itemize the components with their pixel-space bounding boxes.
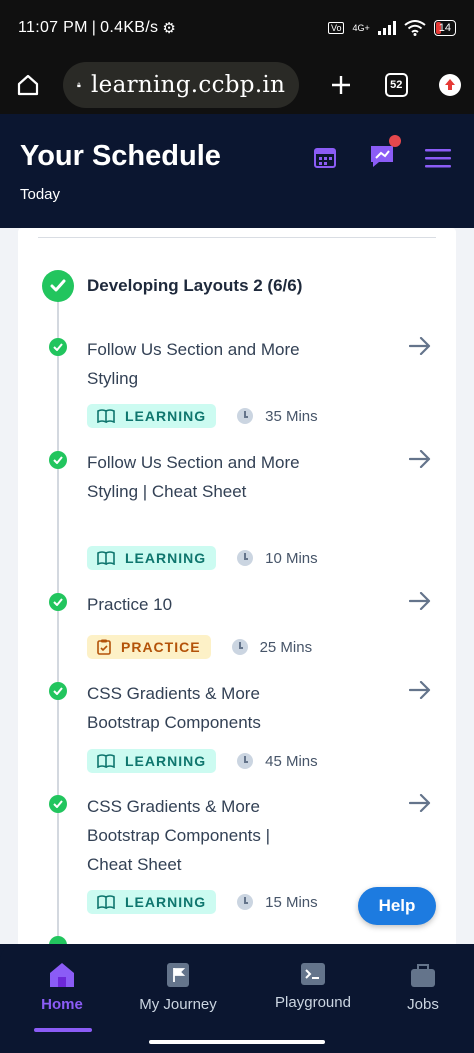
arrow-right-icon[interactable] (409, 794, 431, 812)
item-title: Practice 10 (87, 595, 173, 614)
nav-home[interactable]: Home (7, 962, 117, 1013)
item-title: Follow Us Section and More Styling | Che… (87, 453, 300, 501)
schedule-item[interactable]: CSS Gradients & More Bootstrap Component… (18, 679, 456, 779)
nav-home-label: Home (41, 996, 83, 1013)
arrow-right-icon[interactable] (409, 681, 431, 699)
arrow-right-icon[interactable] (409, 592, 431, 610)
schedule-item[interactable]: Follow Us Section and More Styling LEARN… (18, 335, 456, 435)
learning-badge: LEARNING (87, 890, 217, 914)
book-icon (97, 551, 115, 565)
item-meta: PRACTICE 25 Mins (87, 635, 312, 659)
volte-icon: Vo (327, 22, 345, 34)
clock-icon (237, 408, 254, 424)
active-nav-indicator (34, 1028, 92, 1032)
schedule-content[interactable]: Developing Layouts 2 (6/6) Follow Us Sec… (0, 228, 474, 944)
item-duration: 10 Mins (265, 549, 318, 567)
status-network-speed: 0.4KB/s (100, 19, 159, 36)
schedule-item[interactable]: Follow Us Section and More Styling | Che… (18, 448, 456, 578)
badge-label: LEARNING (125, 894, 207, 910)
status-bar: 11:07 PM | 0.4KB/s ⚙ Vo 4G+ 14 (0, 0, 474, 56)
signal-label: 4G+ (352, 23, 370, 33)
learning-badge: LEARNING (87, 404, 217, 428)
system-home-indicator[interactable] (149, 1040, 325, 1044)
status-left: 11:07 PM | 0.4KB/s ⚙ (18, 19, 176, 37)
clipboard-icon (97, 639, 111, 655)
item-complete-check-icon (49, 593, 67, 611)
book-icon (97, 895, 115, 909)
battery-icon: 14 (433, 20, 456, 36)
badge-label: LEARNING (125, 753, 207, 769)
new-tab-plus-icon[interactable] (327, 74, 354, 96)
home-icon (50, 963, 74, 987)
url-text: learning.ccbp.in (91, 72, 286, 98)
card-divider (38, 237, 436, 238)
item-meta: LEARNING 45 Mins (87, 749, 318, 773)
status-time: 11:07 PM (18, 19, 88, 36)
badge-label: LEARNING (125, 408, 207, 424)
practice-badge: PRACTICE (87, 635, 211, 659)
clock-icon (231, 639, 248, 655)
status-separator: | (91, 19, 97, 36)
book-icon (97, 409, 115, 423)
terminal-icon (301, 963, 325, 985)
section-title: Developing Layouts 2 (6/6) (87, 276, 303, 295)
schedule-card: Developing Layouts 2 (6/6) Follow Us Sec… (18, 228, 456, 944)
page-subtitle: Today (20, 186, 61, 203)
clock-icon (237, 753, 254, 769)
journey-flag-icon (167, 963, 189, 987)
learning-badge: LEARNING (87, 546, 217, 570)
calendar-icon[interactable] (313, 145, 337, 169)
section-complete-check-icon (42, 270, 74, 302)
item-complete-check-icon (49, 795, 67, 813)
update-icon[interactable] (438, 73, 462, 97)
item-meta: LEARNING 10 Mins (87, 546, 318, 570)
clock-icon (237, 550, 254, 566)
item-meta: LEARNING 35 Mins (87, 404, 318, 428)
book-icon (97, 754, 115, 768)
battery-level: 14 (438, 22, 451, 34)
url-bar[interactable]: learning.ccbp.in (63, 62, 300, 108)
nav-jobs-label: Jobs (407, 996, 439, 1013)
arrow-right-icon[interactable] (409, 450, 431, 468)
item-duration: 45 Mins (265, 752, 318, 770)
item-duration: 25 Mins (259, 638, 313, 656)
bottom-navigation: Home My Journey Playground Jobs (0, 944, 474, 1053)
item-duration: 15 Mins (265, 893, 318, 911)
nav-playground[interactable]: Playground (258, 962, 368, 1011)
signal-icon (377, 21, 396, 35)
chat-notification-icon[interactable] (368, 134, 404, 170)
nav-jobs[interactable]: Jobs (368, 962, 474, 1013)
lock-icon (77, 82, 81, 88)
badge-label: PRACTICE (121, 639, 201, 655)
app-header: Your Schedule Today (0, 114, 474, 228)
browser-toolbar: learning.ccbp.in 52 (0, 56, 474, 114)
clock-icon (237, 894, 254, 910)
nav-my-journey[interactable]: My Journey (123, 962, 233, 1013)
help-button[interactable]: Help (358, 887, 436, 925)
arrow-right-icon[interactable] (409, 337, 431, 355)
schedule-item[interactable]: Practice 10 PRACTICE 25 Mins (18, 590, 456, 670)
settings-gear-icon: ⚙ (162, 20, 177, 37)
item-duration: 35 Mins (265, 407, 318, 425)
learning-badge: LEARNING (87, 749, 217, 773)
item-meta: LEARNING 15 Mins (87, 890, 318, 914)
page-title: Your Schedule (20, 140, 221, 172)
item-complete-check-icon (49, 338, 67, 356)
item-complete-check-icon (49, 936, 67, 944)
hamburger-menu-icon[interactable] (425, 149, 451, 169)
item-complete-check-icon (49, 451, 67, 469)
item-complete-check-icon (49, 682, 67, 700)
wifi-icon (404, 20, 426, 36)
nav-my-journey-label: My Journey (139, 996, 217, 1013)
item-title: Follow Us Section and More Styling (87, 340, 300, 388)
status-right: Vo 4G+ 14 (327, 20, 456, 36)
nav-playground-label: Playground (275, 994, 351, 1011)
briefcase-icon (411, 964, 435, 987)
browser-home-icon[interactable] (12, 73, 43, 97)
item-title: CSS Gradients & More Bootstrap Component… (87, 684, 261, 732)
tab-switcher-button[interactable]: 52 (384, 73, 408, 97)
item-title: CSS Gradients & More Bootstrap Component… (87, 797, 271, 874)
badge-label: LEARNING (125, 550, 207, 566)
